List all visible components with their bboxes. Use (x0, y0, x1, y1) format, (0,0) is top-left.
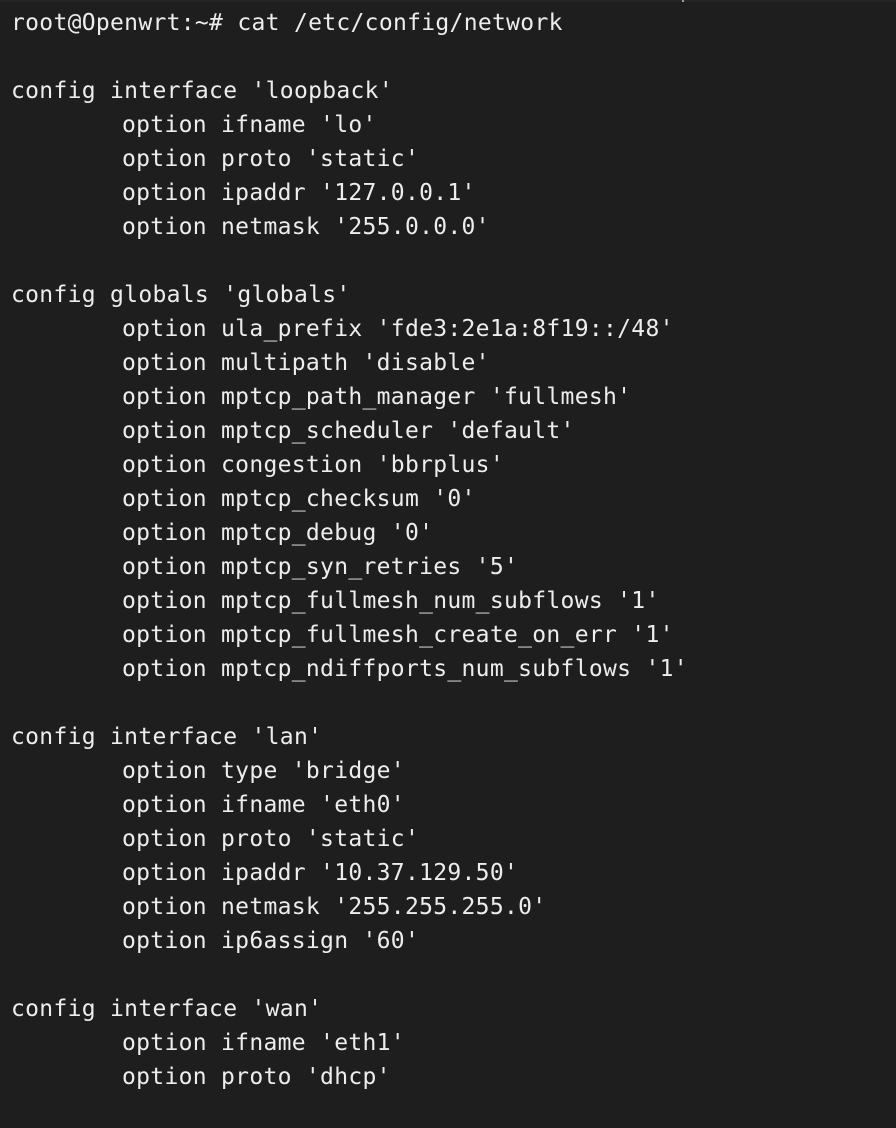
terminal-window[interactable]: root@Openwrt:~# cat /etc/config/network … (0, 0, 896, 1128)
config-option-line: option multipath 'disable' (122, 350, 490, 376)
config-option-line: option mptcp_debug '0' (122, 520, 434, 546)
config-option-line: option ipaddr '127.0.0.1' (122, 180, 476, 206)
config-option-line: option congestion 'bbrplus' (122, 452, 504, 478)
config-option-line: option mptcp_fullmesh_create_on_err '1' (122, 622, 674, 648)
config-section-header: config interface 'wan' (11, 996, 323, 1022)
config-option-line: option netmask '255.255.255.0' (122, 894, 547, 920)
config-option-line: option mptcp_scheduler 'default' (122, 418, 575, 444)
config-option-line: option proto 'dhcp' (122, 1064, 391, 1090)
config-option-line: option mptcp_path_manager 'fullmesh' (122, 384, 632, 410)
config-option-line: option ula_prefix 'fde3:2e1a:8f19::/48' (122, 316, 674, 342)
config-option-line: option proto 'static' (122, 826, 420, 852)
config-section-header: config globals 'globals' (11, 282, 351, 308)
config-option-line: option mptcp_ndiffports_num_subflows '1' (122, 656, 688, 682)
config-option-line: option ipaddr '10.37.129.50' (122, 860, 519, 886)
config-section-header: config interface 'loopback' (11, 78, 393, 104)
config-option-line: option netmask '255.0.0.0' (122, 214, 490, 240)
config-option-line: option mptcp_fullmesh_num_subflows '1' (122, 588, 660, 614)
command-prompt-line: root@Openwrt:~# cat /etc/config/network (11, 10, 563, 36)
config-option-line: option proto 'static' (122, 146, 420, 172)
config-option-line: option ifname 'eth0' (122, 792, 405, 818)
config-option-line: option ifname 'eth1' (122, 1030, 405, 1056)
config-option-line: option mptcp_syn_retries '5' (122, 554, 519, 580)
previous-output-sliver (0, 0, 896, 2)
config-option-line: option type 'bridge' (122, 758, 405, 784)
cut-off-glyph (682, 0, 684, 2)
config-option-line: option mptcp_checksum '0' (122, 486, 476, 512)
config-section-header: config interface 'lan' (11, 724, 323, 750)
config-option-line: option ip6assign '60' (122, 928, 420, 954)
config-option-line: option ifname 'lo' (122, 112, 377, 138)
